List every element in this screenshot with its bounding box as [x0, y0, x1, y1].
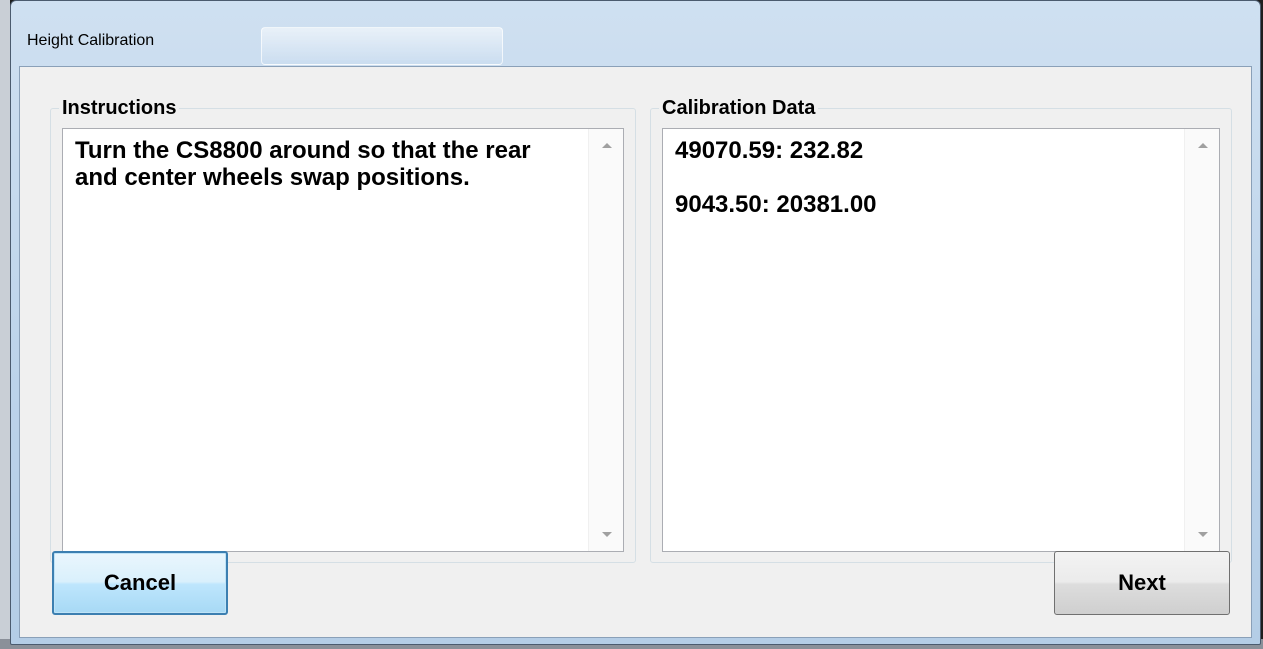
calibration-data-scrollbar[interactable]	[1184, 129, 1219, 551]
dialog-client-area: Instructions Turn the CS8800 around so t…	[19, 66, 1252, 638]
title-bar[interactable]: Height Calibration	[11, 1, 1260, 65]
next-button[interactable]: Next	[1054, 551, 1230, 615]
window-title: Height Calibration	[27, 32, 155, 49]
calibration-data-label: Calibration Data	[659, 96, 819, 120]
instructions-group: Instructions Turn the CS8800 around so t…	[50, 96, 636, 563]
calibration-data-line: 49070.59: 232.82	[675, 137, 864, 164]
instructions-text: Turn the CS8800 around so that the rear …	[75, 137, 531, 191]
calibration-data-textbox[interactable]: 49070.59: 232.82 9043.50: 20381.00	[662, 128, 1220, 552]
calibration-data-line: 9043.50: 20381.00	[675, 191, 877, 218]
calibration-data-text: 49070.59: 232.82 9043.50: 20381.00	[675, 137, 1169, 245]
dialog-window: Height Calibration Instructions Turn the…	[10, 0, 1261, 645]
calibration-data-group: Calibration Data 49070.59: 232.82 9043.5…	[650, 96, 1232, 563]
scroll-down-arrow-icon[interactable]	[602, 532, 612, 537]
desktop-background	[0, 0, 10, 649]
scroll-up-arrow-icon[interactable]	[602, 143, 612, 148]
instructions-textbox[interactable]: Turn the CS8800 around so that the rear …	[62, 128, 624, 552]
instructions-label: Instructions	[59, 96, 180, 120]
scroll-down-arrow-icon[interactable]	[1198, 532, 1208, 537]
title-bar-glass	[261, 27, 503, 65]
instructions-scrollbar[interactable]	[588, 129, 623, 551]
scroll-up-arrow-icon[interactable]	[1198, 143, 1208, 148]
cancel-button[interactable]: Cancel	[52, 551, 228, 615]
